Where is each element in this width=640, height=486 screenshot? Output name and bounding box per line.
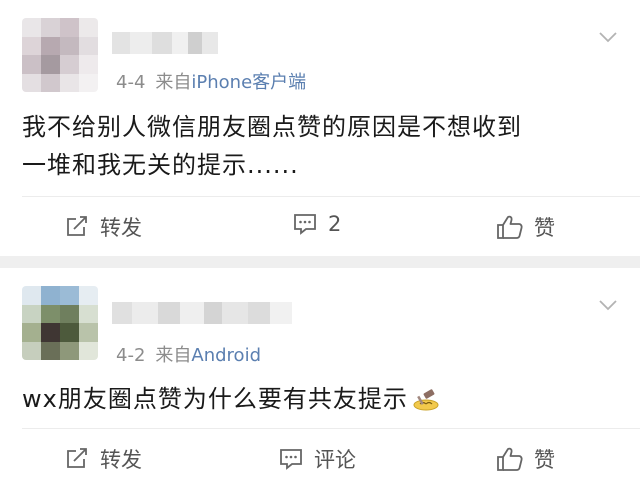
like-label: 赞	[534, 216, 555, 240]
username-blurred[interactable]	[112, 32, 218, 54]
weibo-comment-1: 4-4 来自iPhone客户端 我不给别人微信朋友圈点赞的原因是不想收到 一堆和我…	[0, 0, 640, 256]
comment-icon	[294, 214, 316, 235]
chevron-down-icon[interactable]	[598, 298, 618, 312]
source-link[interactable]: iPhone客户端	[191, 72, 306, 93]
comment-count: 2	[328, 212, 342, 236]
repost-label: 转发	[100, 448, 142, 472]
divider	[22, 428, 640, 429]
like-button[interactable]: 赞	[496, 444, 555, 474]
post-meta: 4-4 来自iPhone客户端	[116, 68, 306, 94]
post-text-line: 一堆和我无关的提示......	[22, 151, 299, 179]
post-date: 4-2	[116, 345, 146, 366]
divider	[22, 196, 640, 197]
source-prefix: 来自	[155, 345, 192, 366]
repost-button[interactable]: 转发	[64, 444, 142, 474]
action-bar: 转发 评论 赞	[0, 434, 640, 486]
repost-label: 转发	[100, 216, 142, 240]
username-blurred[interactable]	[112, 302, 292, 324]
repost-icon	[67, 448, 87, 468]
post-separator	[0, 256, 640, 268]
comment-button[interactable]: 2	[292, 212, 341, 236]
like-button[interactable]: 赞	[496, 212, 555, 242]
post-text-line: wx朋友圈点赞为什么要有共友提示	[22, 385, 408, 413]
chevron-down-icon[interactable]	[598, 30, 618, 44]
like-label: 赞	[534, 448, 555, 472]
comment-icon	[280, 449, 302, 470]
post-text: wx朋友圈点赞为什么要有共友提示	[22, 380, 622, 418]
post-date: 4-4	[116, 72, 146, 93]
action-bar: 转发 2 赞	[0, 202, 640, 254]
post-meta: 4-2 来自Android	[116, 341, 261, 367]
repost-button[interactable]: 转发	[64, 212, 142, 242]
source-link[interactable]: Android	[191, 345, 261, 366]
post-text: 我不给别人微信朋友圈点赞的原因是不想收到 一堆和我无关的提示......	[22, 108, 622, 184]
avatar[interactable]	[22, 286, 98, 360]
post-text-line: 我不给别人微信朋友圈点赞的原因是不想收到	[22, 113, 522, 141]
like-icon	[497, 215, 523, 239]
comment-button[interactable]: 评论	[278, 444, 356, 474]
comment-label: 评论	[314, 448, 356, 472]
weibo-comment-2: 4-2 来自Android wx朋友圈点赞为什么要有共友提示 转发 评论 赞	[0, 268, 640, 478]
gavel-emoji-icon	[413, 389, 439, 411]
avatar[interactable]	[22, 18, 98, 92]
source-prefix: 来自	[155, 72, 192, 93]
repost-icon	[67, 216, 87, 236]
like-icon	[497, 447, 523, 471]
